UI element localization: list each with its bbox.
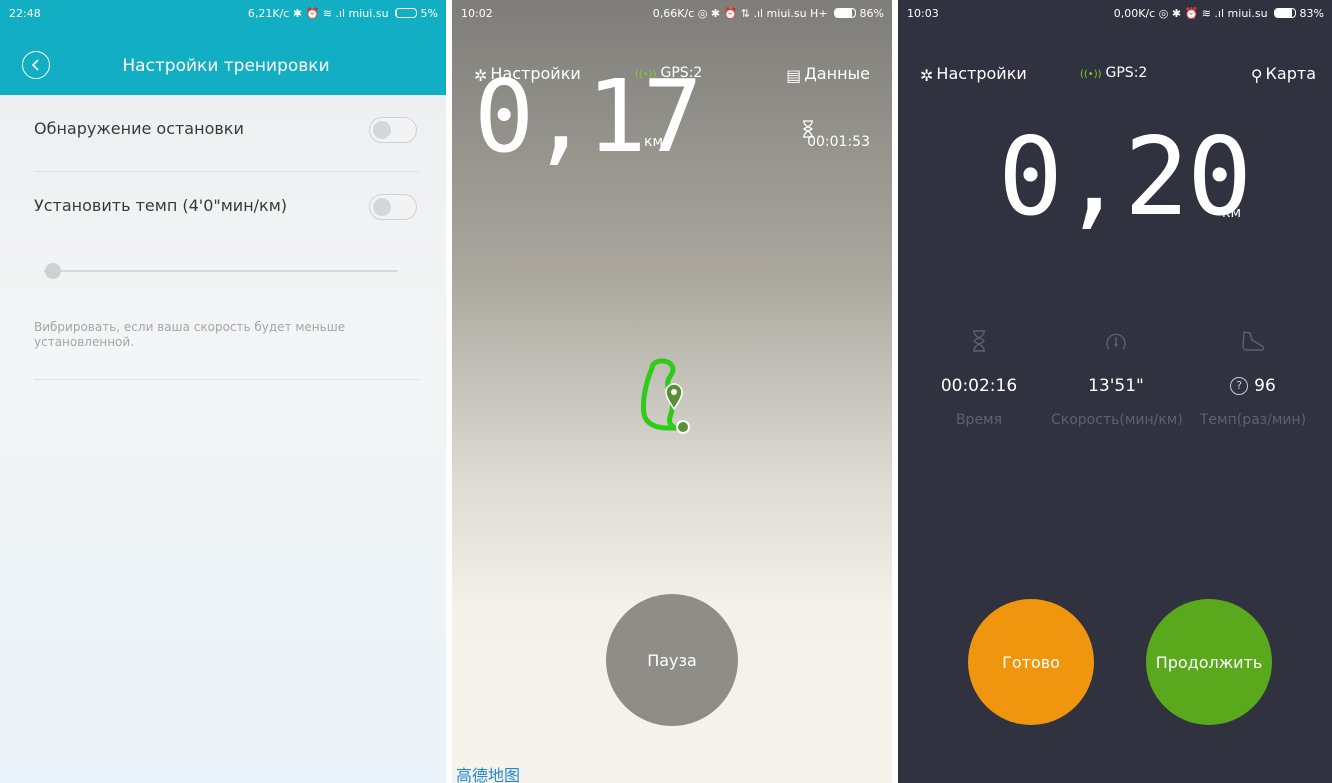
battery-percent: 5% <box>420 7 438 20</box>
map-provider-logo: 高德地图 <box>456 766 521 783</box>
settings-button[interactable]: ✲ Настройки <box>920 64 1027 85</box>
stat-time: 00:02:16 Время <box>914 330 1044 428</box>
current-position-icon <box>676 420 690 434</box>
setting-stop-detection[interactable]: Обнаружение остановки <box>34 95 419 172</box>
speedometer-icon <box>1106 333 1126 350</box>
status-time: 22:48 <box>9 7 41 20</box>
target-pace-toggle[interactable] <box>369 194 417 220</box>
done-button[interactable]: Готово <box>968 599 1094 725</box>
stat-value: 00:02:16 <box>940 376 1018 396</box>
battery-percent: 83% <box>1299 7 1324 20</box>
status-bar: 10:02 0,66K/c ◎ ✱ ⏰ ⇅ .ıl miui.su H+ 86% <box>452 0 892 26</box>
hourglass-icon <box>803 120 814 138</box>
status-indicators: 6,21K/c ✱ ⏰ ≋ .ıl miui.su <box>247 7 389 20</box>
elapsed-timer: 00:01:53 <box>803 120 870 150</box>
pause-button[interactable]: Пауза <box>606 594 738 726</box>
stat-label: Время <box>955 412 1003 428</box>
stat-label: Темп(раз/мин) <box>1199 412 1307 428</box>
status-bar: 10:03 0,00K/c ◎ ✱ ⏰ ≋ .ıl miui.su 83% <box>898 0 1332 26</box>
divider <box>34 379 419 380</box>
start-pin-icon <box>665 383 683 410</box>
stat-value: 13'51" <box>1088 376 1144 396</box>
data-button[interactable]: ▤ Данные <box>786 64 870 85</box>
shoe-icon <box>1242 331 1265 351</box>
paused-workout-screen: 10:03 0,00K/c ◎ ✱ ⏰ ≋ .ıl miui.su 83% ✲ Н… <box>898 0 1332 783</box>
battery-percent: 86% <box>859 7 884 20</box>
list-icon: ▤ <box>786 66 802 85</box>
page-title: Настройки тренировки <box>122 56 330 76</box>
stat-cadence: ? 96 Темп(раз/мин) <box>1188 330 1318 428</box>
active-workout-screen: 10:02 0,66K/c ◎ ✱ ⏰ ⇅ .ıl miui.su H+ 86%… <box>452 0 892 783</box>
distance-value: 0,17 <box>474 58 703 175</box>
setting-label: Установить темп (4'0"мин/км) <box>34 196 288 215</box>
status-time: 10:02 <box>461 7 493 20</box>
gps-status: ((•)) GPS:2 <box>1080 65 1148 81</box>
gear-icon: ✲ <box>920 66 934 85</box>
status-indicators: 0,66K/c ◎ ✱ ⏰ ⇅ .ıl miui.su H+ <box>652 7 828 20</box>
setting-target-pace[interactable]: Установить темп (4'0"мин/км) <box>34 172 419 248</box>
battery-icon <box>1274 8 1297 18</box>
map-pin-icon: ⚲ <box>1250 66 1263 85</box>
stat-value: 96 <box>1254 376 1276 396</box>
stat-speed: 13'51" Скорость(мин/км) <box>1051 330 1183 428</box>
workout-settings-screen: 22:48 6,21K/c ✱ ⏰ ≋ .ıl miui.su 5% Настр… <box>0 0 446 783</box>
map-button[interactable]: ⚲ Карта <box>1251 64 1316 85</box>
pace-slider-track[interactable] <box>44 270 398 272</box>
vibration-hint: Вибрировать, если ваша скорость будет ме… <box>34 320 346 349</box>
pace-slider-handle[interactable] <box>45 263 61 279</box>
distance-value: 0,20 <box>998 115 1252 240</box>
hourglass-icon <box>973 330 985 352</box>
stat-label: Скорость(мин/км) <box>1051 412 1183 428</box>
status-bar: 22:48 6,21K/c ✱ ⏰ ≋ .ıl miui.su 5% <box>0 0 446 26</box>
status-time: 10:03 <box>907 7 939 20</box>
setting-label: Обнаружение остановки <box>34 119 244 138</box>
help-icon[interactable]: ? <box>1230 377 1249 395</box>
battery-icon <box>834 8 857 18</box>
battery-icon <box>395 8 418 18</box>
distance-unit: км <box>644 134 664 150</box>
status-indicators: 0,00K/c ◎ ✱ ⏰ ≋ .ıl miui.su <box>1113 7 1268 20</box>
gps-signal-icon: ((•)) <box>1080 69 1102 80</box>
stop-detection-toggle[interactable] <box>369 117 417 143</box>
resume-button[interactable]: Продолжить <box>1146 599 1272 725</box>
distance-unit: км <box>1222 205 1242 221</box>
